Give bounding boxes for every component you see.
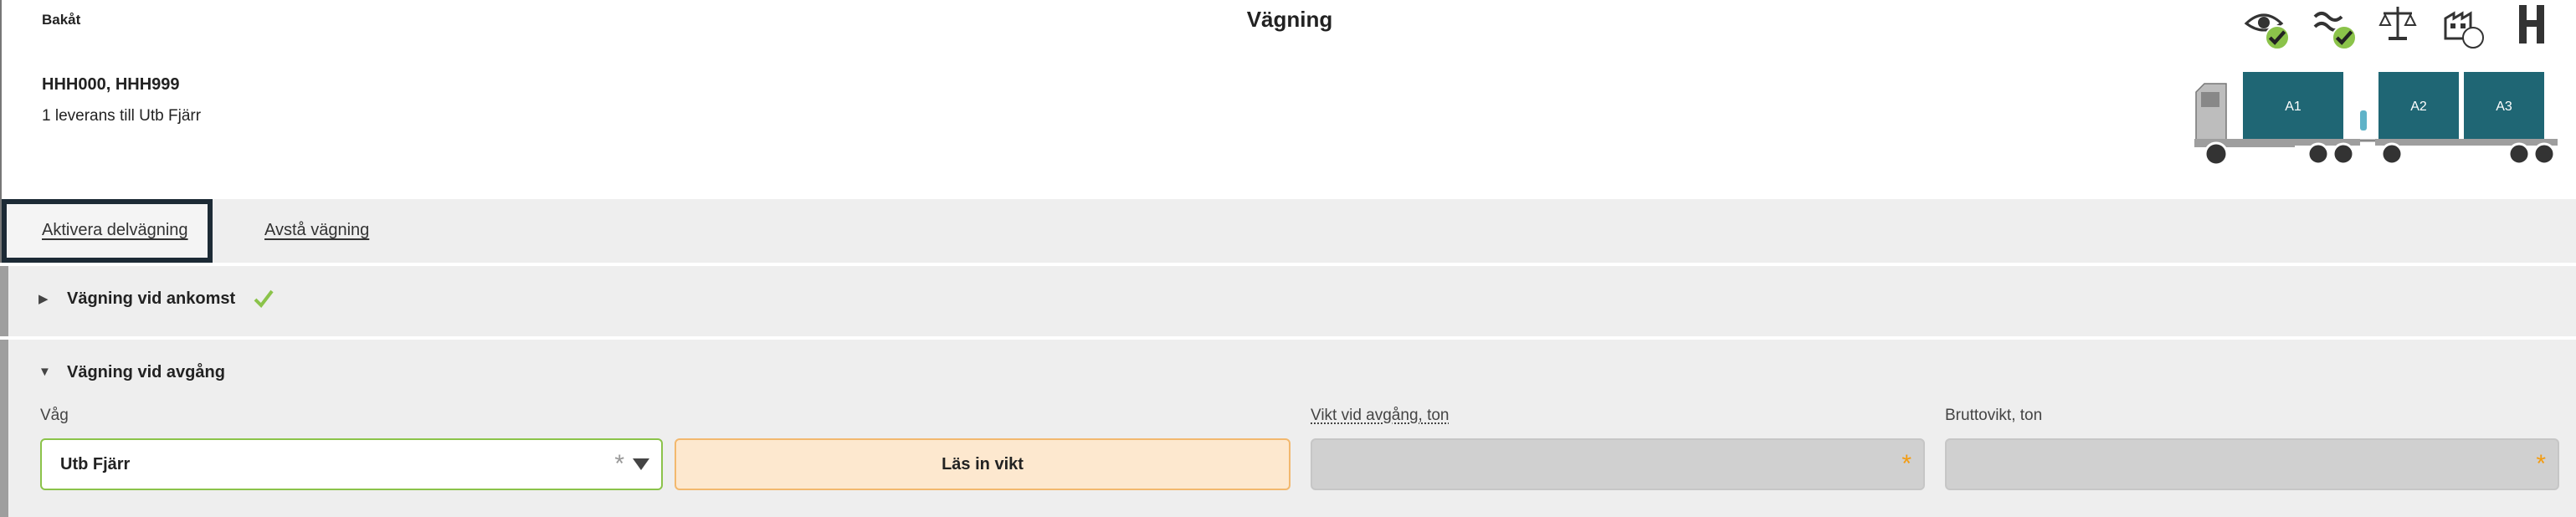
departure-section-title[interactable]: Vägning vid avgång: [67, 363, 225, 382]
lock-icon: [2462, 27, 2484, 49]
read-weight-button[interactable]: Läs in vikt: [675, 438, 1291, 490]
arrival-section-title: Vägning vid ankomst: [67, 289, 236, 308]
unit-label-a3: A3: [2496, 100, 2512, 114]
required-icon: *: [2536, 450, 2546, 478]
truck-trailer-diagram: A1 A2 A3: [2194, 72, 2558, 166]
check-icon: [2265, 25, 2290, 50]
gross-weight-field[interactable]: *: [1945, 438, 2559, 490]
page-title: Vägning: [1246, 7, 1333, 32]
approx-icon[interactable]: [2307, 0, 2357, 50]
collapse-arrow-icon[interactable]: ▼: [38, 365, 51, 379]
departure-weight-field[interactable]: *: [1311, 438, 1925, 490]
required-icon: *: [614, 450, 624, 478]
departure-weight-label: Vikt vid avgång, ton: [1311, 407, 1450, 424]
departure-weighing-section: ▼ Vägning vid avgång Våg Vikt vid avgång…: [0, 340, 2576, 517]
expand-arrow-icon[interactable]: ▶: [38, 291, 49, 306]
required-icon: *: [1901, 450, 1911, 478]
unit-label-a2: A2: [2410, 100, 2427, 114]
scale-icon[interactable]: [2373, 0, 2422, 49]
factory-lock-icon[interactable]: [2440, 0, 2489, 49]
status-icons: [2240, 0, 2556, 50]
gross-weight-label: Bruttovikt, ton: [1945, 407, 2043, 424]
scale-select-value: Utb Fjärr: [60, 455, 131, 473]
header: Bakåt Vägning HHH000, HHH999 1 leverans …: [0, 0, 2576, 199]
check-icon: [254, 289, 274, 309]
tab-activate-partial-weighing[interactable]: Aktivera delvägning: [2, 199, 213, 263]
scale-select[interactable]: Utb Fjärr *: [40, 438, 663, 490]
tab-bar: Aktivera delvägning Avstå vägning: [0, 199, 2576, 263]
delivery-info: 1 leverans till Utb Fjärr: [42, 107, 202, 125]
tab-activate-label: Aktivera delvägning: [42, 221, 188, 239]
road-icon[interactable]: [2507, 0, 2556, 49]
unit-label-a1: A1: [2285, 100, 2301, 114]
eye-icon[interactable]: [2240, 0, 2290, 50]
scale-label: Våg: [40, 407, 69, 424]
vehicle-registration: HHH000, HHH999: [42, 75, 180, 94]
tab-skip-weighing[interactable]: Avstå vägning: [264, 221, 369, 240]
chevron-down-icon[interactable]: [633, 458, 649, 470]
check-icon: [2332, 25, 2357, 50]
arrival-weighing-section[interactable]: ▶ Vägning vid ankomst: [0, 266, 2576, 336]
